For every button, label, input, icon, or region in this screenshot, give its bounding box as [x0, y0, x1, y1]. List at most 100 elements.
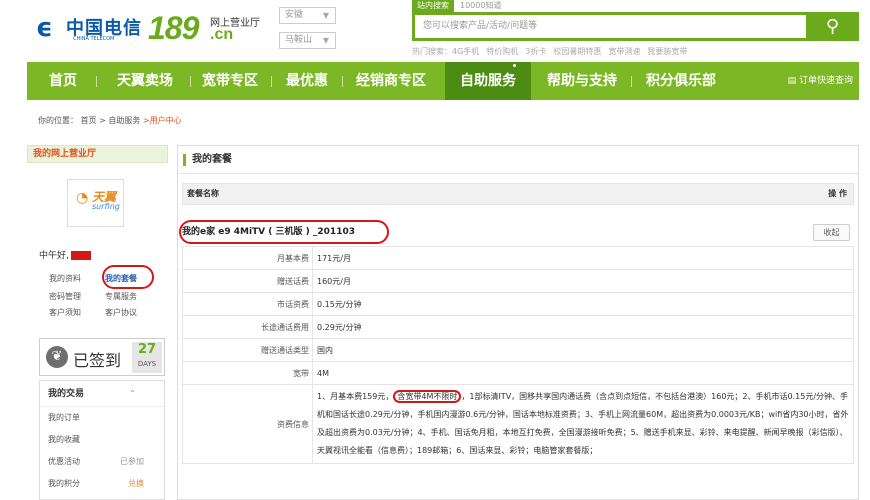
detail-value: 4M: [312, 361, 854, 385]
link-customer-agreement[interactable]: 客户协议: [105, 307, 161, 318]
hot-term-link[interactable]: 3折卡: [525, 47, 546, 56]
trade-item-favorites[interactable]: 我的收藏: [40, 429, 164, 451]
province-select-value: 安徽: [285, 10, 304, 20]
table-row: 市话资费 0.15元/分钟: [182, 292, 854, 316]
detail-key: 市话资费: [182, 292, 313, 316]
nav-item-help-support[interactable]: 帮助与支持: [537, 62, 627, 100]
plan-row: 我的e家 e9 4MiTV ( 三机版 ) _201103 收起: [179, 218, 854, 246]
search-tabs: 站内搜索 10000知道: [412, 0, 507, 12]
china-telecom-logo-icon: ϵ: [36, 13, 53, 43]
hot-term-link[interactable]: 4G手机: [452, 47, 479, 56]
breadcrumb-current: 用户中心: [149, 116, 182, 125]
order-quick-query-link[interactable]: ▤ 订单快速查询: [788, 62, 853, 100]
link-exclusive-service[interactable]: 专属服务: [105, 291, 161, 302]
province-select[interactable]: 安徽 ▼: [279, 7, 336, 24]
trade-item-label: 优惠活动: [48, 457, 80, 466]
detail-value: 国内: [312, 338, 854, 362]
column-plan-name: 套餐名称: [187, 189, 219, 198]
chevron-up-icon: ⌃: [129, 389, 136, 398]
signin-text: 已签到: [73, 351, 122, 370]
hot-term-link[interactable]: 我要装宽带: [647, 47, 687, 56]
collapse-button[interactable]: 收起: [813, 224, 850, 241]
tab-site-search[interactable]: 站内搜索: [412, 0, 454, 12]
trade-item-redeem[interactable]: 兑换: [128, 473, 144, 495]
detail-key: 宽带: [182, 361, 313, 385]
sidebar: 我的网上营业厅 ◔ 天翼 surfing 中午好, 我的资料 我的套餐 密码管理专…: [27, 145, 168, 500]
table-row: 资费信息 1、月基本费159元， 含宽带4M不限时 ，1部标清ITV，国移共享国内通话…: [182, 384, 854, 464]
plan-details-table: 月基本费 171元/月 赠送话费 160元/月 市话资费 0.15元/分钟 长途通话费…: [182, 246, 854, 464]
annotation-circle: [179, 220, 389, 244]
sidebar-title: 我的网上营业厅: [27, 145, 168, 163]
trades-title: 我的交易: [48, 389, 85, 399]
city-select[interactable]: 马鞍山 ▼: [279, 32, 336, 49]
active-nav-indicator: [513, 64, 516, 67]
signin-days-number: 27: [137, 342, 157, 357]
nav-item-best-deals[interactable]: 最优惠: [277, 62, 337, 100]
search-input[interactable]: 您可以搜索产品/活动/问题等: [412, 12, 808, 41]
breadcrumb-prefix: 你的位置：: [38, 116, 78, 125]
signin-days-label: DAYS: [137, 360, 157, 368]
link-my-profile[interactable]: 我的资料: [49, 273, 105, 284]
detail-value: 0.29元/分钟: [312, 315, 854, 339]
main-nav: 首页 天翼卖场 宽带专区 最优惠 经销商专区 自助服务 帮助与支持 积分俱乐部 …: [27, 62, 859, 100]
top-header: ϵ 中国电信 CHINA TELECOM 189 网上营业厅 .cn 安徽 ▼ …: [0, 0, 870, 62]
search-button[interactable]: ⚲: [806, 12, 859, 41]
nav-item-self-service[interactable]: 自助服务: [445, 62, 531, 100]
logo-number: 189: [148, 10, 199, 46]
breadcrumb-section[interactable]: 自助服务: [108, 116, 140, 125]
tab-10000-knows[interactable]: 10000知道: [454, 0, 507, 12]
greeting-text: 中午好,: [39, 251, 69, 261]
nav-item-broadband[interactable]: 宽带专区: [195, 62, 265, 100]
detail-key: 赠送通话类型: [182, 338, 313, 362]
signin-days: 27 DAYS: [132, 342, 162, 373]
signin-badge[interactable]: ❦ 已签到 27 DAYS: [39, 338, 165, 376]
sidebar-links-row: 客户须知 客户协议: [49, 307, 161, 318]
panel-header: 我的套餐: [178, 146, 858, 174]
table-header: 套餐名称 操 作: [182, 183, 854, 205]
link-customer-notice[interactable]: 客户须知: [49, 307, 105, 318]
trade-item-status: 已参加: [120, 457, 144, 466]
trade-item-points[interactable]: 我的积分 兑换: [40, 473, 164, 495]
tariff-info-highlight: 含宽带4M不限时: [393, 390, 462, 403]
search-icon: ⚲: [825, 16, 840, 37]
nav-item-home[interactable]: 首页: [37, 62, 89, 100]
link-password[interactable]: 密码管理: [49, 291, 105, 302]
trade-item-label: 我的收藏: [48, 435, 80, 444]
my-trades-panel: 我的交易 ⌃ 我的订单 我的收藏 优惠活动 已参加 我的积分 兑换: [39, 380, 165, 500]
redacted-username: [70, 251, 91, 260]
avatar-sub: surfing: [92, 202, 120, 211]
order-quick-query-label: 订单快速查询: [798, 76, 853, 86]
sidebar-links-row: 密码管理 专属服务: [49, 291, 161, 302]
breadcrumb: 你的位置： 首页 > 自助服务 >用户中心: [38, 115, 182, 126]
site-logo[interactable]: ϵ 中国电信 CHINA TELECOM 189 网上营业厅 .cn: [36, 10, 276, 48]
trade-item-promotions[interactable]: 优惠活动 已参加: [40, 451, 164, 473]
detail-key: 长途通话费用: [182, 315, 313, 339]
hot-search-terms: 热门搜索：4G手机 特价购机 3折卡 校园暑期特惠 宽带测速 我要装宽带: [412, 46, 694, 57]
detail-value: 171元/月: [312, 246, 854, 270]
tianyi-logo-icon: ◔: [76, 190, 89, 206]
table-row: 赠送话费 160元/月: [182, 269, 854, 293]
chevron-down-icon: ▼: [322, 11, 329, 20]
hot-term-link[interactable]: 特价购机: [486, 47, 518, 56]
hot-term-link[interactable]: 宽带测速: [608, 47, 640, 56]
hot-term-link[interactable]: 校园暑期特惠: [553, 47, 601, 56]
greeting: 中午好,: [39, 248, 91, 261]
table-row: 月基本费 171元/月: [182, 246, 854, 270]
nav-item-dealer-zone[interactable]: 经销商专区: [348, 62, 434, 100]
column-action: 操 作: [828, 189, 847, 198]
detail-value: 0.15元/分钟: [312, 292, 854, 316]
trades-header[interactable]: 我的交易 ⌃: [40, 381, 164, 407]
logo-english-text: CHINA TELECOM: [73, 36, 115, 42]
avatar: ◔ 天翼 surfing: [67, 179, 124, 227]
table-row: 赠送通话类型 国内: [182, 338, 854, 362]
panel-title: 我的套餐: [192, 154, 232, 165]
detail-key: 资费信息: [182, 384, 313, 464]
detail-value: 160元/月: [312, 269, 854, 293]
nav-item-points-club[interactable]: 积分俱乐部: [637, 62, 725, 100]
chevron-down-icon: ▼: [322, 36, 329, 45]
annotation-circle: [102, 265, 154, 289]
trade-item-orders[interactable]: 我的订单: [40, 407, 164, 429]
breadcrumb-home[interactable]: 首页: [81, 116, 97, 125]
nav-item-tianyi-store[interactable]: 天翼卖场: [102, 62, 188, 100]
breadcrumb-separator-current: >: [142, 116, 150, 125]
